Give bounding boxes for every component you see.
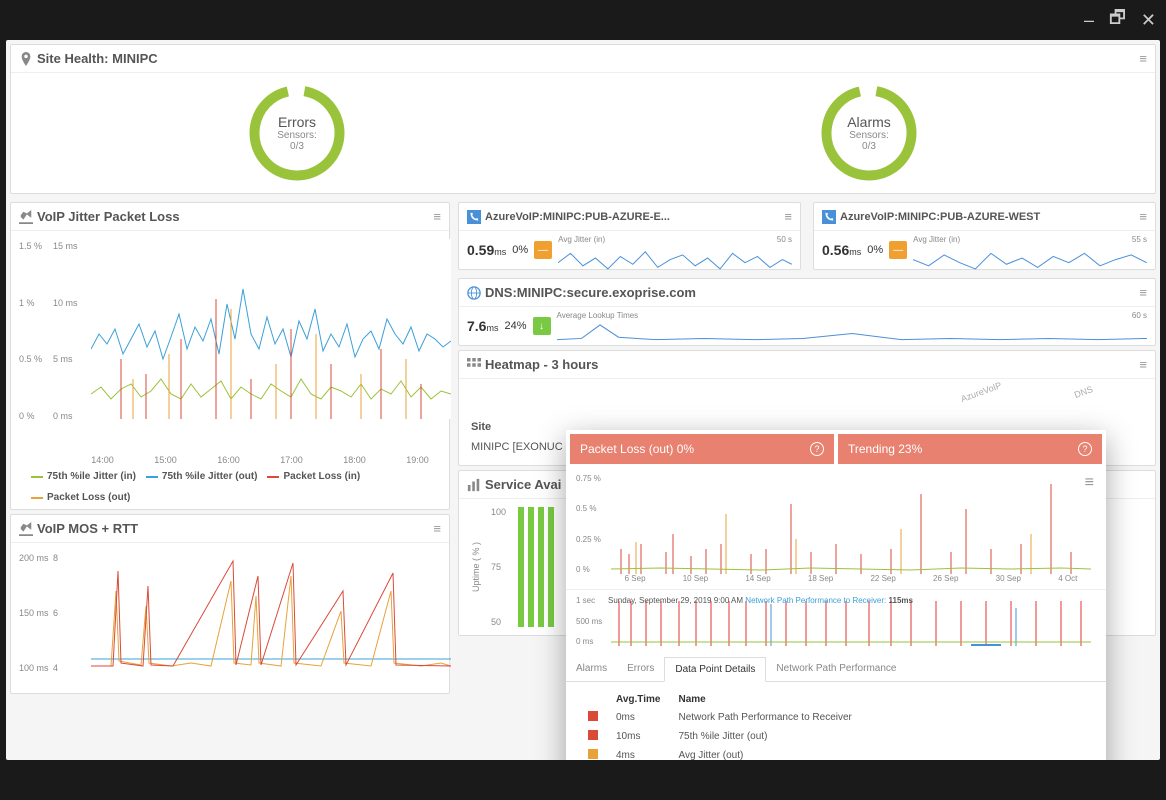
azure-west-sparkline[interactable]: Avg Jitter (in)55 s <box>913 235 1147 265</box>
help-icon[interactable]: ? <box>810 442 824 456</box>
minimize-button[interactable]: – <box>1084 10 1094 31</box>
panel-menu-icon[interactable]: ≡ <box>1139 357 1147 372</box>
panel-menu-icon[interactable]: ≡ <box>433 209 441 224</box>
popover-tab-trending[interactable]: Trending 23%? <box>838 434 1102 464</box>
detail-popover: Packet Loss (out) 0%? Trending 23%? ≡ 0.… <box>566 430 1106 760</box>
panel-menu-icon[interactable]: ≡ <box>1139 285 1147 300</box>
mos-chart[interactable]: 200 ms150 ms100 ms 864 <box>11 543 449 693</box>
window-titlebar: – 🗗 ✕ <box>0 0 1166 40</box>
jitter-chart[interactable]: 1.5 %1 %0.5 %0 % 15 ms10 ms5 ms0 ms <box>11 231 449 451</box>
tab-network-path[interactable]: Network Path Performance <box>766 657 906 681</box>
popover-tab-packet-loss[interactable]: Packet Loss (out) 0%? <box>570 434 834 464</box>
close-button[interactable]: ✕ <box>1141 10 1156 31</box>
chart-icon <box>19 210 33 224</box>
phone-icon <box>467 210 481 224</box>
popover-tabs: Alarms Errors Data Point Details Network… <box>566 657 1106 682</box>
alarms-gauge[interactable]: AlarmsSensors: 0/3 <box>819 83 919 183</box>
panel-menu-icon[interactable]: ≡ <box>1139 51 1147 66</box>
dns-sparkline[interactable]: Average Lookup Times60 s <box>557 311 1148 341</box>
trend-flat-icon: — <box>889 241 907 259</box>
table-row[interactable]: 0msNetwork Path Performance to Receiver <box>580 709 860 726</box>
panel-menu-icon[interactable]: ≡ <box>1139 209 1147 224</box>
table-row[interactable]: 4msAvg Jitter (out) <box>580 747 860 760</box>
mos-title: VoIP MOS + RTT <box>37 521 433 536</box>
dns-title: DNS:MINIPC:secure.exoprise.com <box>485 285 1139 300</box>
location-icon <box>19 52 33 66</box>
heatmap-row[interactable]: MINIPC [EXONUC <box>471 441 563 453</box>
tab-alarms[interactable]: Alarms <box>566 657 617 681</box>
heatmap-title: Heatmap - 3 hours <box>485 357 1139 372</box>
trend-down-icon: ↓ <box>533 317 551 335</box>
table-row[interactable]: 10ms75th %ile Jitter (out) <box>580 728 860 745</box>
maximize-button[interactable]: 🗗 <box>1109 5 1126 35</box>
jitter-legend: 75th %ile Jitter (in) 75th %ile Jitter (… <box>11 465 449 509</box>
datapoint-table: Avg.TimeName 0msNetwork Path Performance… <box>566 682 874 760</box>
azure-west-title: AzureVoIP:MINIPC:PUB-AZURE-WEST <box>840 211 1139 223</box>
azure-west-panel: AzureVoIP:MINIPC:PUB-AZURE-WEST ≡ 0.56ms… <box>813 202 1156 270</box>
jitter-title: VoIP Jitter Packet Loss <box>37 209 433 224</box>
phone-icon <box>822 210 836 224</box>
errors-gauge[interactable]: ErrorsSensors: 0/3 <box>247 83 347 183</box>
tab-errors[interactable]: Errors <box>617 657 664 681</box>
tab-data-point-details[interactable]: Data Point Details <box>664 657 766 682</box>
jitter-panel: VoIP Jitter Packet Loss ≡ 1.5 %1 %0.5 %0… <box>10 202 450 510</box>
chart-icon <box>19 522 33 536</box>
trend-flat-icon: — <box>534 241 552 259</box>
help-icon[interactable]: ? <box>1078 442 1092 456</box>
site-health-title: Site Health: MINIPC <box>37 51 1139 66</box>
panel-menu-icon[interactable]: ≡ <box>784 209 792 224</box>
globe-icon <box>467 286 481 300</box>
popover-chart-1[interactable]: ≡ 0.75 %0.5 %0.25 %0 % 6 Sep10 Sep14 Sep… <box>566 468 1106 589</box>
mos-panel: VoIP MOS + RTT ≡ 200 ms150 ms100 ms 864 <box>10 514 450 694</box>
site-health-panel: Site Health: MINIPC ≡ ErrorsSensors: 0/3… <box>10 44 1156 194</box>
panel-menu-icon[interactable]: ≡ <box>1085 474 1094 492</box>
popover-chart-2[interactable]: 1 sec500 ms0 ms Sunday, September 29, 20… <box>566 589 1106 657</box>
grid-icon <box>467 358 481 372</box>
dns-panel: DNS:MINIPC:secure.exoprise.com ≡ 7.6ms 2… <box>458 278 1156 346</box>
dashboard: Site Health: MINIPC ≡ ErrorsSensors: 0/3… <box>6 40 1160 760</box>
azure-east-sparkline[interactable]: Avg Jitter (in)50 s <box>558 235 792 265</box>
panel-menu-icon[interactable]: ≡ <box>433 521 441 536</box>
bar-chart-icon <box>467 478 481 492</box>
azure-east-title: AzureVoIP:MINIPC:PUB-AZURE-E... <box>485 211 784 223</box>
azure-east-panel: AzureVoIP:MINIPC:PUB-AZURE-E... ≡ 0.59ms… <box>458 202 801 270</box>
